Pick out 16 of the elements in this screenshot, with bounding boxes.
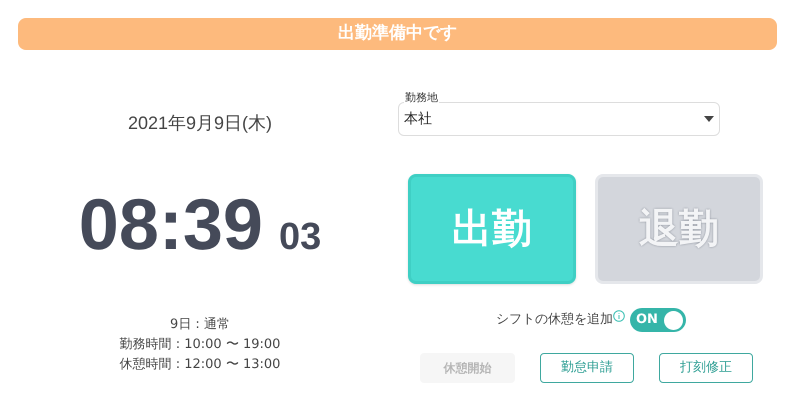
shift-break-label: シフトの休憩を追加 [496,311,613,330]
clock-time: 08:39 [78,189,263,261]
status-title: 出勤準備中です [338,22,457,46]
shift-info-text: 9日 : 通常 [170,316,230,334]
workplace-label: 勤務地 [404,91,439,105]
shift-info-text: 休憩時間 : 12:00 〜 13:00 [120,356,280,374]
dropdown-caret-icon [704,116,714,122]
workplace-value: 本社 [404,110,433,128]
date-text: 2021年9月9日(木) [128,112,272,135]
info-icon [613,310,625,322]
clock-seconds: 03 [278,218,322,256]
action-button[interactable]: 打刻修正 [659,353,753,383]
action-button[interactable]: 勤怠申請 [540,353,634,383]
shift-break-toggle[interactable]: ON [630,308,686,332]
shift-info-text: 勤務時間 : 10:00 〜 19:00 [120,336,280,354]
punch-button[interactable]: 出勤 [408,174,576,284]
